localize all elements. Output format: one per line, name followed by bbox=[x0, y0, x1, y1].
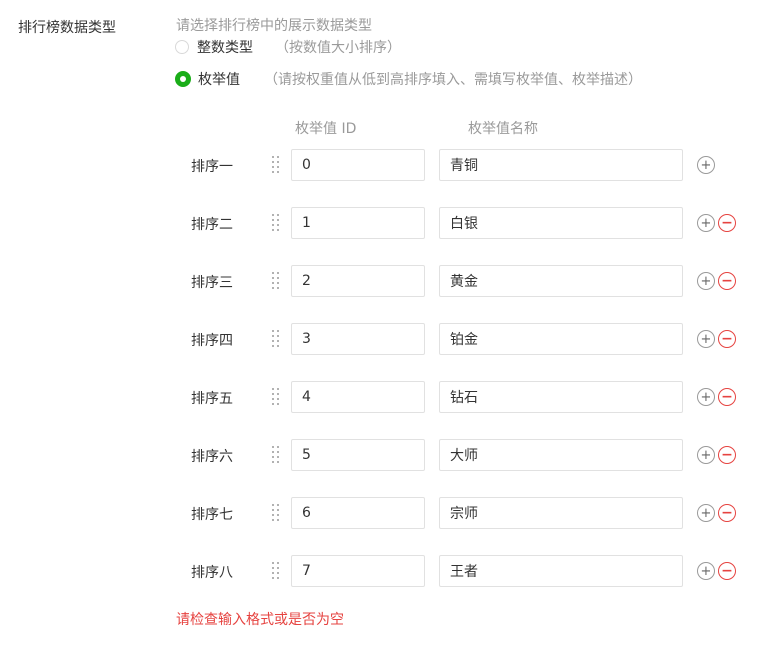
enum-id-input[interactable] bbox=[291, 381, 425, 413]
row-order-label: 排序二 bbox=[191, 217, 233, 233]
plus-circle-icon[interactable]: + bbox=[697, 272, 715, 290]
minus-circle-icon[interactable]: − bbox=[718, 272, 736, 290]
drag-handle-icon[interactable] bbox=[272, 446, 282, 464]
hint-text: 请选择排行榜中的展示数据类型 bbox=[176, 18, 372, 34]
enum-name-input[interactable] bbox=[439, 381, 683, 413]
row-order-label: 排序三 bbox=[191, 275, 233, 291]
enum-name-input[interactable] bbox=[439, 555, 683, 587]
enum-row: 排序二 +− bbox=[0, 207, 777, 239]
error-message: 请检查输入格式或是否为空 bbox=[176, 612, 344, 628]
radio-button-unchecked[interactable] bbox=[175, 40, 189, 54]
enum-id-input[interactable] bbox=[291, 207, 425, 239]
column-header-name: 枚举值名称 bbox=[468, 121, 538, 137]
drag-handle-icon[interactable] bbox=[272, 330, 282, 348]
row-order-label: 排序四 bbox=[191, 333, 233, 349]
enum-id-input[interactable] bbox=[291, 555, 425, 587]
plus-circle-icon[interactable]: + bbox=[697, 330, 715, 348]
radio-description: （按数值大小排序） bbox=[275, 40, 401, 56]
drag-handle-icon[interactable] bbox=[272, 156, 282, 174]
minus-circle-icon[interactable]: − bbox=[718, 446, 736, 464]
enum-id-input[interactable] bbox=[291, 323, 425, 355]
enum-id-input[interactable] bbox=[291, 265, 425, 297]
enum-name-input[interactable] bbox=[439, 265, 683, 297]
drag-handle-icon[interactable] bbox=[272, 214, 282, 232]
enum-name-input[interactable] bbox=[439, 207, 683, 239]
enum-row: 排序五 +− bbox=[0, 381, 777, 413]
plus-circle-icon[interactable]: + bbox=[697, 504, 715, 522]
plus-circle-icon[interactable]: + bbox=[697, 156, 715, 174]
row-order-label: 排序一 bbox=[191, 159, 233, 175]
drag-handle-icon[interactable] bbox=[272, 388, 282, 406]
plus-circle-icon[interactable]: + bbox=[697, 214, 715, 232]
row-order-label: 排序八 bbox=[191, 565, 233, 581]
radio-label: 枚举值 bbox=[198, 72, 240, 88]
minus-circle-icon[interactable]: − bbox=[718, 504, 736, 522]
radio-option-enum[interactable]: 枚举值 （请按权重值从低到高排序填入、需填写枚举值、枚举描述） bbox=[175, 69, 642, 89]
row-order-label: 排序七 bbox=[191, 507, 233, 523]
enum-row: 排序六 +− bbox=[0, 439, 777, 471]
radio-description: （请按权重值从低到高排序填入、需填写枚举值、枚举描述） bbox=[264, 72, 642, 88]
drag-handle-icon[interactable] bbox=[272, 272, 282, 290]
enum-row: 排序八 +− bbox=[0, 555, 777, 587]
row-order-label: 排序五 bbox=[191, 391, 233, 407]
radio-button-checked[interactable] bbox=[175, 71, 191, 87]
enum-name-input[interactable] bbox=[439, 323, 683, 355]
enum-name-input[interactable] bbox=[439, 149, 683, 181]
minus-circle-icon[interactable]: − bbox=[718, 330, 736, 348]
minus-circle-icon[interactable]: − bbox=[718, 562, 736, 580]
leaderboard-type-form: 排行榜数据类型 请选择排行榜中的展示数据类型 整数类型 （按数值大小排序） 枚举… bbox=[0, 0, 777, 645]
radio-option-integer[interactable]: 整数类型 （按数值大小排序） bbox=[175, 37, 401, 57]
drag-handle-icon[interactable] bbox=[272, 504, 282, 522]
plus-circle-icon[interactable]: + bbox=[697, 562, 715, 580]
row-order-label: 排序六 bbox=[191, 449, 233, 465]
enum-id-input[interactable] bbox=[291, 439, 425, 471]
enum-row: 排序一 + bbox=[0, 149, 777, 181]
drag-handle-icon[interactable] bbox=[272, 562, 282, 580]
plus-circle-icon[interactable]: + bbox=[697, 388, 715, 406]
enum-id-input[interactable] bbox=[291, 497, 425, 529]
enum-row: 排序七 +− bbox=[0, 497, 777, 529]
enum-row: 排序三 +− bbox=[0, 265, 777, 297]
radio-label: 整数类型 bbox=[197, 40, 253, 56]
enum-name-input[interactable] bbox=[439, 497, 683, 529]
plus-circle-icon[interactable]: + bbox=[697, 446, 715, 464]
enum-name-input[interactable] bbox=[439, 439, 683, 471]
minus-circle-icon[interactable]: − bbox=[718, 214, 736, 232]
minus-circle-icon[interactable]: − bbox=[718, 388, 736, 406]
column-header-id: 枚举值 ID bbox=[295, 121, 357, 137]
enum-id-input[interactable] bbox=[291, 149, 425, 181]
enum-row: 排序四 +− bbox=[0, 323, 777, 355]
section-label: 排行榜数据类型 bbox=[18, 20, 116, 36]
